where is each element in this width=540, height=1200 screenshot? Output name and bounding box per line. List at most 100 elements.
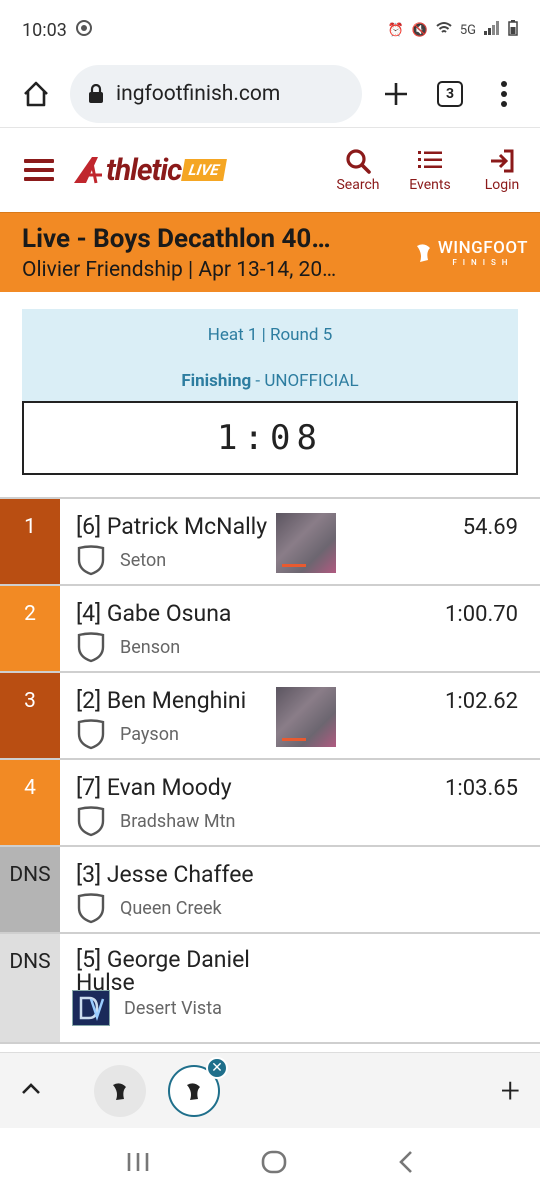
network-label: 5G: [459, 22, 476, 38]
back-icon: [399, 1151, 413, 1173]
recents-icon: [127, 1153, 148, 1171]
nav-search-button[interactable]: Search: [332, 148, 384, 193]
result-place: 4: [0, 760, 60, 845]
nav-events-button[interactable]: Events: [404, 148, 456, 193]
result-place: 1: [0, 499, 60, 584]
browser-toolbar: ingfootfinish.com 3: [0, 60, 540, 128]
heat-status-rest: - UNOFFICIAL: [251, 371, 359, 391]
lock-icon: [89, 83, 103, 103]
result-time: 54.69: [462, 515, 518, 540]
heat-status: Finishing - UNOFFICIAL: [22, 351, 518, 401]
result-place: 3: [0, 673, 60, 758]
home-nav-button[interactable]: [261, 1150, 287, 1178]
team-shield-icon: [77, 719, 105, 750]
status-time: 10:03: [22, 19, 67, 41]
logo-text: thletic: [106, 152, 182, 188]
result-place: DNS: [0, 934, 60, 1042]
event-subtitle: Olivier Friendship | Apr 13-14, 20…: [22, 257, 337, 282]
event-banner: Live - Boys Decathlon 40… Olivier Friend…: [0, 212, 540, 292]
athlete-name-line1: [5] George Daniel: [76, 946, 250, 973]
new-tab-button[interactable]: [376, 74, 416, 114]
finish-photo-thumbnail[interactable]: [276, 513, 336, 573]
logo-live-badge: LIVE: [181, 159, 228, 181]
system-navigation-bar: [0, 1128, 540, 1200]
team-name: Payson: [120, 723, 179, 745]
result-row[interactable]: 2 [4] Gabe Osuna Benson 1:00.70: [0, 586, 540, 673]
result-time: 1:00.70: [445, 602, 518, 627]
athleticlive-logo[interactable]: thletic LIVE: [72, 152, 228, 188]
recents-button[interactable]: [126, 1151, 150, 1177]
browser-menu-button[interactable]: [484, 74, 524, 114]
result-place: 2: [0, 586, 60, 671]
result-place: DNS: [0, 847, 60, 932]
url-text: ingfootfinish.com: [116, 81, 281, 106]
wingfoot-icon: [187, 1082, 200, 1100]
team-name: Seton: [120, 549, 167, 571]
result-row[interactable]: 1 [6] Patrick McNally Seton 54.69: [0, 499, 540, 586]
wingfoot-logo: WINGFOOT FINISH: [414, 238, 528, 267]
chevron-up-icon: [22, 1083, 40, 1094]
browser-bottom-bar: ✕ +: [0, 1052, 540, 1128]
login-icon: [491, 149, 514, 172]
expand-tabs-button[interactable]: [20, 1081, 56, 1100]
athlete-name: [3] Jesse Chaffee: [76, 861, 254, 888]
result-row[interactable]: DNS [5] George Daniel Hulse Desert Vista: [0, 934, 540, 1044]
event-title: Live - Boys Decathlon 40…: [22, 223, 331, 254]
plus-icon: [385, 82, 407, 105]
home-icon: [24, 81, 48, 106]
finish-photo-thumbnail[interactable]: [276, 687, 336, 747]
address-bar[interactable]: ingfootfinish.com: [70, 64, 362, 123]
home-button[interactable]: [16, 74, 56, 114]
team-shield-icon: [77, 632, 105, 663]
app-notification-icon: [75, 19, 93, 42]
site-header: thletic LIVE Search Events Login: [0, 128, 540, 212]
result-row[interactable]: 3 [2] Ben Menghini Payson 1:02.62: [0, 673, 540, 760]
signal-icon: [484, 21, 500, 39]
result-time: 1:02.62: [445, 689, 518, 714]
heat-panel: Heat 1 | Round 5 Finishing - UNOFFICIAL …: [22, 309, 518, 475]
result-time: 1:03.65: [445, 776, 518, 801]
team-name: Queen Creek: [120, 897, 222, 919]
team-name: Bradshaw Mtn: [120, 810, 236, 832]
more-vert-icon: [501, 80, 507, 107]
battery-icon: [508, 20, 518, 40]
nav-events-label: Events: [409, 176, 451, 193]
team-logo-icon: [72, 990, 110, 1026]
team-shield-icon: [77, 893, 105, 924]
wingfoot-icon: [113, 1082, 126, 1100]
tab-count: 3: [437, 80, 463, 107]
nav-login-label: Login: [484, 176, 520, 193]
back-button[interactable]: [398, 1150, 414, 1178]
wifi-icon: [436, 20, 452, 40]
result-row[interactable]: DNS [3] Jesse Chaffee Queen Creek: [0, 847, 540, 934]
alarm-icon: ⏰: [387, 22, 404, 38]
results-list: 1 [6] Patrick McNally Seton 54.69 2 [4] …: [0, 497, 540, 1044]
heat-status-bold: Finishing: [181, 371, 252, 391]
team-name: Benson: [120, 636, 181, 658]
tab-switcher-button[interactable]: 3: [430, 74, 470, 114]
team-shield-icon: [77, 545, 105, 576]
status-bar: 10:03 ⏰ 🔇 5G: [0, 0, 540, 60]
desert-vista-logo-icon: [79, 996, 105, 1021]
logo-a-icon: [74, 157, 102, 184]
athlete-name: [5] George Daniel Hulse: [76, 948, 540, 994]
nav-login-button[interactable]: Login: [476, 148, 528, 193]
result-row[interactable]: 4 [7] Evan Moody Bradshaw Mtn 1:03.65: [0, 760, 540, 847]
tab-group-item[interactable]: [94, 1064, 146, 1117]
search-icon: [346, 148, 371, 174]
team-shield-icon: [77, 806, 105, 837]
hamburger-menu-icon[interactable]: [24, 159, 54, 181]
home-circle-icon: [261, 1150, 287, 1174]
team-name: Desert Vista: [124, 997, 222, 1019]
heat-round-label: Heat 1 | Round 5: [207, 325, 333, 345]
wingfoot-subtext: FINISH: [452, 258, 514, 267]
nav-search-label: Search: [336, 176, 380, 193]
mute-icon: 🔇: [411, 22, 428, 38]
race-clock: 1:08: [22, 401, 518, 475]
add-tab-button[interactable]: +: [501, 1071, 520, 1111]
wingfoot-icon: [416, 243, 430, 262]
list-icon: [418, 150, 442, 168]
wingfoot-text: WINGFOOT: [437, 238, 528, 258]
tab-group-item-active[interactable]: ✕: [168, 1056, 228, 1117]
close-tab-button[interactable]: ✕: [206, 1056, 228, 1079]
